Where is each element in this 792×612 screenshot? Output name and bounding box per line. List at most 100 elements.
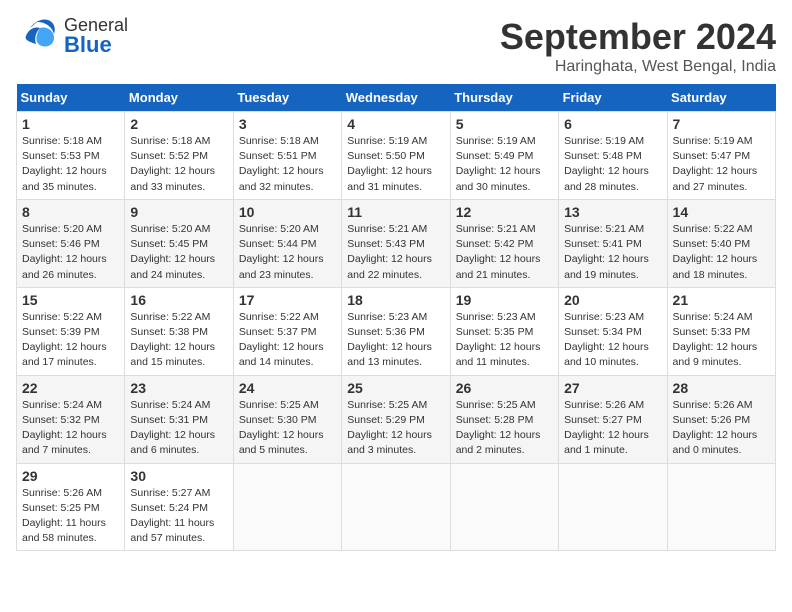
- day-number: 13: [564, 204, 661, 220]
- table-row: 20 Sunrise: 5:23 AM Sunset: 5:34 PM Dayli…: [559, 287, 667, 375]
- header-row: Sunday Monday Tuesday Wednesday Thursday…: [17, 84, 776, 112]
- day-number: 4: [347, 116, 444, 132]
- table-row: 13 Sunrise: 5:21 AM Sunset: 5:41 PM Dayli…: [559, 199, 667, 287]
- day-info: Sunrise: 5:24 AM Sunset: 5:32 PM Dayligh…: [22, 398, 119, 459]
- day-info: Sunrise: 5:20 AM Sunset: 5:46 PM Dayligh…: [22, 222, 119, 283]
- day-info: Sunrise: 5:19 AM Sunset: 5:48 PM Dayligh…: [564, 134, 661, 195]
- table-row: 29 Sunrise: 5:26 AM Sunset: 5:25 PM Dayli…: [17, 463, 125, 551]
- day-info: Sunrise: 5:23 AM Sunset: 5:36 PM Dayligh…: [347, 310, 444, 371]
- day-info: Sunrise: 5:25 AM Sunset: 5:28 PM Dayligh…: [456, 398, 553, 459]
- table-row: [342, 463, 450, 551]
- week-row-2: 8Sunrise: 5:20 AM Sunset: 5:46 PM Daylig…: [17, 199, 776, 287]
- day-info: Sunrise: 5:26 AM Sunset: 5:25 PM Dayligh…: [22, 486, 119, 547]
- week-row-3: 15 Sunrise: 5:22 AM Sunset: 5:39 PM Dayli…: [17, 287, 776, 375]
- table-row: 21Sunrise: 5:24 AM Sunset: 5:33 PM Dayli…: [667, 287, 775, 375]
- day-number: 7: [673, 116, 770, 132]
- day-number: 3: [239, 116, 336, 132]
- table-row: 5 Sunrise: 5:19 AM Sunset: 5:49 PM Daylig…: [450, 112, 558, 200]
- table-row: 27 Sunrise: 5:26 AM Sunset: 5:27 PM Dayli…: [559, 375, 667, 463]
- week-row-1: 1Sunrise: 5:18 AM Sunset: 5:53 PM Daylig…: [17, 112, 776, 200]
- day-info: Sunrise: 5:27 AM Sunset: 5:24 PM Dayligh…: [130, 486, 227, 547]
- title-area: September 2024 Haringhata, West Bengal, …: [500, 16, 776, 76]
- day-number: 25: [347, 380, 444, 396]
- month-title: September 2024: [500, 16, 776, 58]
- day-number: 21: [673, 292, 770, 308]
- day-info: Sunrise: 5:18 AM Sunset: 5:53 PM Dayligh…: [22, 134, 119, 195]
- col-tuesday: Tuesday: [233, 84, 341, 112]
- day-number: 30: [130, 468, 227, 484]
- day-number: 20: [564, 292, 661, 308]
- day-info: Sunrise: 5:22 AM Sunset: 5:39 PM Dayligh…: [22, 310, 119, 371]
- table-row: 23 Sunrise: 5:24 AM Sunset: 5:31 PM Dayli…: [125, 375, 233, 463]
- day-info: Sunrise: 5:21 AM Sunset: 5:42 PM Dayligh…: [456, 222, 553, 283]
- day-number: 6: [564, 116, 661, 132]
- table-row: 28Sunrise: 5:26 AM Sunset: 5:26 PM Dayli…: [667, 375, 775, 463]
- table-row: 7 Sunrise: 5:19 AM Sunset: 5:47 PM Daylig…: [667, 112, 775, 200]
- day-number: 22: [22, 380, 119, 396]
- day-info: Sunrise: 5:18 AM Sunset: 5:52 PM Dayligh…: [130, 134, 227, 195]
- table-row: 11 Sunrise: 5:21 AM Sunset: 5:43 PM Dayli…: [342, 199, 450, 287]
- week-row-5: 29 Sunrise: 5:26 AM Sunset: 5:25 PM Dayli…: [17, 463, 776, 551]
- table-row: 22 Sunrise: 5:24 AM Sunset: 5:32 PM Dayli…: [17, 375, 125, 463]
- table-row: 17 Sunrise: 5:22 AM Sunset: 5:37 PM Dayli…: [233, 287, 341, 375]
- day-number: 9: [130, 204, 227, 220]
- logo-icon: [16, 18, 60, 54]
- table-row: 24Sunrise: 5:25 AM Sunset: 5:30 PM Dayli…: [233, 375, 341, 463]
- table-row: 19Sunrise: 5:23 AM Sunset: 5:35 PM Dayli…: [450, 287, 558, 375]
- day-info: Sunrise: 5:24 AM Sunset: 5:31 PM Dayligh…: [130, 398, 227, 459]
- day-number: 18: [347, 292, 444, 308]
- day-number: 29: [22, 468, 119, 484]
- day-info: Sunrise: 5:20 AM Sunset: 5:45 PM Dayligh…: [130, 222, 227, 283]
- day-number: 26: [456, 380, 553, 396]
- table-row: 10 Sunrise: 5:20 AM Sunset: 5:44 PM Dayli…: [233, 199, 341, 287]
- table-row: 4 Sunrise: 5:19 AM Sunset: 5:50 PM Daylig…: [342, 112, 450, 200]
- week-row-4: 22 Sunrise: 5:24 AM Sunset: 5:32 PM Dayli…: [17, 375, 776, 463]
- day-number: 16: [130, 292, 227, 308]
- day-info: Sunrise: 5:26 AM Sunset: 5:27 PM Dayligh…: [564, 398, 661, 459]
- day-info: Sunrise: 5:22 AM Sunset: 5:37 PM Dayligh…: [239, 310, 336, 371]
- table-row: 9 Sunrise: 5:20 AM Sunset: 5:45 PM Daylig…: [125, 199, 233, 287]
- col-friday: Friday: [559, 84, 667, 112]
- table-row: 18 Sunrise: 5:23 AM Sunset: 5:36 PM Dayli…: [342, 287, 450, 375]
- day-number: 19: [456, 292, 553, 308]
- day-number: 15: [22, 292, 119, 308]
- day-info: Sunrise: 5:19 AM Sunset: 5:49 PM Dayligh…: [456, 134, 553, 195]
- col-monday: Monday: [125, 84, 233, 112]
- col-wednesday: Wednesday: [342, 84, 450, 112]
- day-info: Sunrise: 5:19 AM Sunset: 5:50 PM Dayligh…: [347, 134, 444, 195]
- table-row: 3 Sunrise: 5:18 AM Sunset: 5:51 PM Daylig…: [233, 112, 341, 200]
- day-number: 11: [347, 204, 444, 220]
- page-header: General Blue September 2024 Haringhata, …: [16, 16, 776, 76]
- table-row: 16 Sunrise: 5:22 AM Sunset: 5:38 PM Dayli…: [125, 287, 233, 375]
- day-info: Sunrise: 5:19 AM Sunset: 5:47 PM Dayligh…: [673, 134, 770, 195]
- day-info: Sunrise: 5:21 AM Sunset: 5:43 PM Dayligh…: [347, 222, 444, 283]
- logo: General Blue: [16, 16, 128, 56]
- calendar-table: Sunday Monday Tuesday Wednesday Thursday…: [16, 84, 776, 551]
- logo-text: General Blue: [64, 16, 128, 56]
- table-row: [233, 463, 341, 551]
- day-number: 23: [130, 380, 227, 396]
- location-title: Haringhata, West Bengal, India: [500, 58, 776, 76]
- day-info: Sunrise: 5:18 AM Sunset: 5:51 PM Dayligh…: [239, 134, 336, 195]
- day-info: Sunrise: 5:20 AM Sunset: 5:44 PM Dayligh…: [239, 222, 336, 283]
- day-info: Sunrise: 5:21 AM Sunset: 5:41 PM Dayligh…: [564, 222, 661, 283]
- day-info: Sunrise: 5:25 AM Sunset: 5:30 PM Dayligh…: [239, 398, 336, 459]
- col-saturday: Saturday: [667, 84, 775, 112]
- day-number: 2: [130, 116, 227, 132]
- table-row: [450, 463, 558, 551]
- table-row: 30 Sunrise: 5:27 AM Sunset: 5:24 PM Dayli…: [125, 463, 233, 551]
- day-number: 10: [239, 204, 336, 220]
- logo-blue-text: Blue: [64, 34, 128, 56]
- day-info: Sunrise: 5:22 AM Sunset: 5:40 PM Dayligh…: [673, 222, 770, 283]
- table-row: 26 Sunrise: 5:25 AM Sunset: 5:28 PM Dayli…: [450, 375, 558, 463]
- day-number: 27: [564, 380, 661, 396]
- day-info: Sunrise: 5:23 AM Sunset: 5:34 PM Dayligh…: [564, 310, 661, 371]
- day-info: Sunrise: 5:25 AM Sunset: 5:29 PM Dayligh…: [347, 398, 444, 459]
- day-number: 17: [239, 292, 336, 308]
- day-number: 28: [673, 380, 770, 396]
- table-row: 25 Sunrise: 5:25 AM Sunset: 5:29 PM Dayli…: [342, 375, 450, 463]
- table-row: [667, 463, 775, 551]
- day-number: 5: [456, 116, 553, 132]
- table-row: 2 Sunrise: 5:18 AM Sunset: 5:52 PM Daylig…: [125, 112, 233, 200]
- day-info: Sunrise: 5:22 AM Sunset: 5:38 PM Dayligh…: [130, 310, 227, 371]
